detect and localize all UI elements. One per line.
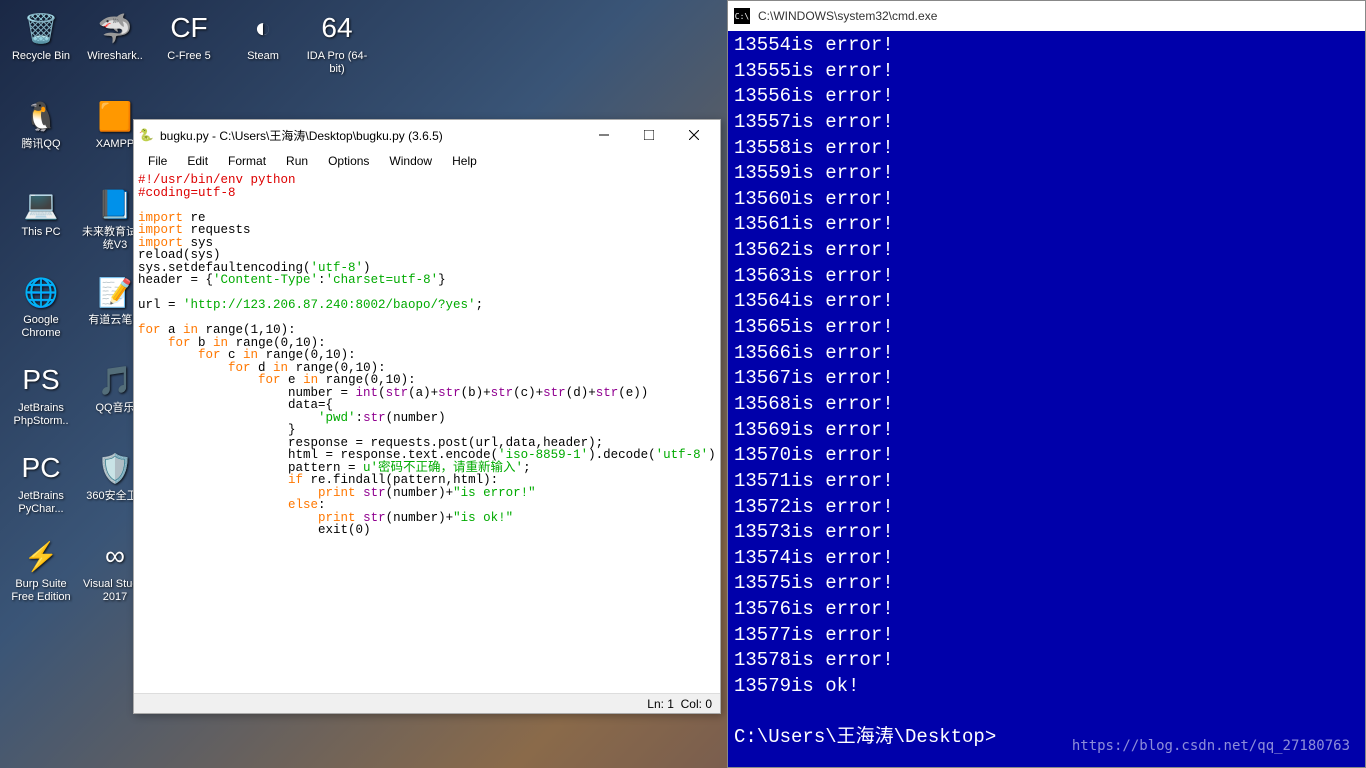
status-ln: Ln: 1 bbox=[647, 697, 674, 711]
desktop-icon[interactable]: 🗑️ Recycle Bin bbox=[4, 4, 78, 92]
menu-window[interactable]: Window bbox=[379, 152, 442, 170]
menu-edit[interactable]: Edit bbox=[177, 152, 218, 170]
minimize-button[interactable] bbox=[581, 121, 626, 149]
desktop-icon[interactable]: 64IDA Pro (64-bit) bbox=[300, 4, 374, 92]
app-icon: 🌐 bbox=[21, 272, 61, 312]
app-icon: 🗑️ bbox=[21, 8, 61, 48]
menu-file[interactable]: File bbox=[138, 152, 177, 170]
menu-format[interactable]: Format bbox=[218, 152, 276, 170]
menu-run[interactable]: Run bbox=[276, 152, 318, 170]
idle-menubar: FileEditFormatRunOptionsWindowHelp bbox=[134, 150, 720, 172]
idle-title: bugku.py - C:\Users\王海涛\Desktop\bugku.py… bbox=[160, 127, 581, 144]
icon-label: 腾讯QQ bbox=[21, 138, 60, 151]
icon-label: JetBrains PyChar... bbox=[6, 490, 76, 516]
app-icon: 📝 bbox=[95, 272, 135, 312]
app-icon: 🎵 bbox=[95, 360, 135, 400]
desktop-icon[interactable]: CF C-Free 5 bbox=[152, 4, 226, 92]
close-button[interactable] bbox=[671, 121, 716, 149]
icon-label: IDA Pro (64-bit) bbox=[302, 50, 372, 76]
icon-label: Steam bbox=[247, 50, 279, 63]
desktop-icon[interactable]: 🌐Google Chrome bbox=[4, 268, 78, 356]
python-icon: 🐍 bbox=[138, 127, 154, 143]
icon-label: C-Free 5 bbox=[167, 50, 210, 63]
app-icon: 64 bbox=[317, 8, 357, 48]
app-icon: ∞ bbox=[95, 536, 135, 576]
desktop-icon[interactable]: PSJetBrains PhpStorm.. bbox=[4, 356, 78, 444]
icon-label: XAMPP bbox=[96, 138, 135, 151]
app-icon: 📘 bbox=[95, 184, 135, 224]
app-icon: ⚡ bbox=[21, 536, 61, 576]
app-icon: CF bbox=[169, 8, 209, 48]
idle-code-area[interactable]: #!/usr/bin/env python #coding=utf-8 impo… bbox=[134, 172, 720, 693]
icon-label: This PC bbox=[21, 226, 60, 239]
idle-statusbar: Ln: 1 Col: 0 bbox=[134, 693, 720, 713]
cmd-titlebar[interactable]: C:\ C:\WINDOWS\system32\cmd.exe bbox=[728, 1, 1365, 31]
icon-label: Google Chrome bbox=[6, 314, 76, 340]
icon-label: JetBrains PhpStorm.. bbox=[6, 402, 76, 428]
app-icon: PS bbox=[21, 360, 61, 400]
app-icon: 🛡️ bbox=[95, 448, 135, 488]
maximize-button[interactable] bbox=[626, 121, 671, 149]
app-icon: 🦈 bbox=[95, 8, 135, 48]
idle-titlebar[interactable]: 🐍 bugku.py - C:\Users\王海涛\Desktop\bugku.… bbox=[134, 120, 720, 150]
desktop-icon[interactable]: ⚡Burp Suite Free Edition bbox=[4, 532, 78, 620]
icon-label: Recycle Bin bbox=[12, 50, 70, 63]
icon-label: Burp Suite Free Edition bbox=[6, 578, 76, 604]
cmd-title: C:\WINDOWS\system32\cmd.exe bbox=[758, 9, 937, 23]
watermark: https://blog.csdn.net/qq_27180763 bbox=[1072, 738, 1350, 754]
status-col: Col: 0 bbox=[681, 697, 712, 711]
cmd-window: C:\ C:\WINDOWS\system32\cmd.exe 13554is … bbox=[727, 0, 1366, 768]
icon-label: QQ音乐 bbox=[95, 402, 134, 415]
idle-window: 🐍 bugku.py - C:\Users\王海涛\Desktop\bugku.… bbox=[133, 119, 721, 714]
menu-options[interactable]: Options bbox=[318, 152, 379, 170]
desktop-icon[interactable]: ◐ Steam bbox=[226, 4, 300, 92]
desktop-icon[interactable]: 🐧 腾讯QQ bbox=[4, 92, 78, 180]
app-icon: PC bbox=[21, 448, 61, 488]
desktop-icon[interactable]: 🦈 Wireshark.. bbox=[78, 4, 152, 92]
desktop-icon[interactable]: 💻 This PC bbox=[4, 180, 78, 268]
app-icon: ◐ bbox=[243, 8, 283, 48]
cmd-icon: C:\ bbox=[734, 8, 750, 24]
menu-help[interactable]: Help bbox=[442, 152, 487, 170]
app-icon: 🐧 bbox=[21, 96, 61, 136]
desktop-icon[interactable]: PCJetBrains PyChar... bbox=[4, 444, 78, 532]
app-icon: 🟧 bbox=[95, 96, 135, 136]
icon-label: Wireshark.. bbox=[87, 50, 143, 63]
app-icon: 💻 bbox=[21, 184, 61, 224]
cmd-output[interactable]: 13554is error! 13555is error! 13556is er… bbox=[728, 31, 1365, 767]
